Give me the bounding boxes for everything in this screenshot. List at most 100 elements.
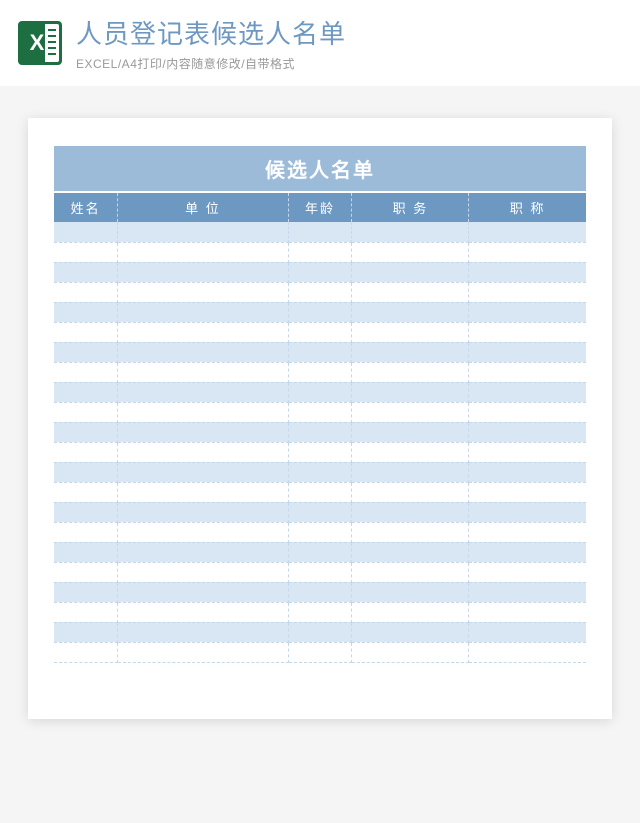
table-cell [54, 582, 118, 602]
table-cell [288, 462, 352, 482]
table-cell [288, 482, 352, 502]
table-cell [352, 382, 469, 402]
table-cell [288, 402, 352, 422]
table-cell [288, 502, 352, 522]
table-cell [288, 442, 352, 462]
table-cell [54, 222, 118, 242]
table-cell [118, 542, 288, 562]
table-row [54, 242, 586, 262]
table-cell [118, 342, 288, 362]
table-row [54, 282, 586, 302]
table-cell [469, 502, 586, 522]
table-cell [54, 242, 118, 262]
table-cell [352, 582, 469, 602]
table-cell [54, 482, 118, 502]
table-cell [118, 522, 288, 542]
table-cell [54, 362, 118, 382]
table-cell [288, 562, 352, 582]
table-row [54, 342, 586, 362]
table-cell [352, 482, 469, 502]
header-text-block: 人员登记表候选人名单 EXCEL/A4打印/内容随意修改/自带格式 [76, 14, 346, 72]
table-cell [118, 222, 288, 242]
table-row [54, 602, 586, 622]
spreadsheet-preview: 候选人名单 姓名 单 位 年龄 职 务 职 称 [28, 118, 612, 719]
table-cell [54, 402, 118, 422]
table-cell [118, 582, 288, 602]
table-cell [54, 382, 118, 402]
table-cell [118, 602, 288, 622]
table-cell [469, 242, 586, 262]
table-cell [352, 342, 469, 362]
table-title: 候选人名单 [54, 146, 586, 192]
table-cell [469, 302, 586, 322]
table-row [54, 422, 586, 442]
table-cell [118, 402, 288, 422]
table-cell [288, 582, 352, 602]
table-row [54, 382, 586, 402]
table-cell [352, 642, 469, 662]
table-cell [288, 222, 352, 242]
page-subtitle: EXCEL/A4打印/内容随意修改/自带格式 [76, 55, 346, 72]
table-cell [54, 442, 118, 462]
table-cell [352, 522, 469, 542]
table-cell [352, 322, 469, 342]
table-cell [288, 322, 352, 342]
table-cell [469, 342, 586, 362]
column-header-row: 姓名 单 位 年龄 职 务 职 称 [54, 192, 586, 222]
candidate-table: 候选人名单 姓名 单 位 年龄 职 务 职 称 [54, 146, 586, 663]
table-cell [469, 482, 586, 502]
table-cell [469, 622, 586, 642]
table-cell [352, 282, 469, 302]
table-cell [469, 322, 586, 342]
table-cell [118, 502, 288, 522]
table-cell [288, 262, 352, 282]
table-cell [352, 562, 469, 582]
table-cell [352, 502, 469, 522]
table-cell [352, 622, 469, 642]
table-cell [54, 642, 118, 662]
table-cell [288, 382, 352, 402]
table-cell [54, 502, 118, 522]
table-cell [118, 622, 288, 642]
table-cell [352, 262, 469, 282]
col-header-duty: 职 务 [352, 192, 469, 222]
table-cell [469, 362, 586, 382]
table-row [54, 502, 586, 522]
col-header-title: 职 称 [469, 192, 586, 222]
table-cell [469, 642, 586, 662]
table-cell [352, 222, 469, 242]
table-row [54, 562, 586, 582]
table-cell [54, 262, 118, 282]
table-cell [118, 322, 288, 342]
table-cell [118, 642, 288, 662]
table-cell [288, 522, 352, 542]
table-cell [54, 602, 118, 622]
table-cell [469, 462, 586, 482]
table-cell [288, 362, 352, 382]
table-cell [352, 242, 469, 262]
table-cell [54, 462, 118, 482]
table-cell [469, 422, 586, 442]
table-row [54, 482, 586, 502]
table-cell [54, 522, 118, 542]
table-cell [288, 302, 352, 322]
table-cell [118, 382, 288, 402]
table-row [54, 542, 586, 562]
table-cell [118, 482, 288, 502]
table-cell [352, 462, 469, 482]
table-cell [352, 362, 469, 382]
table-cell [118, 422, 288, 442]
table-cell [54, 542, 118, 562]
table-cell [469, 522, 586, 542]
table-cell [469, 402, 586, 422]
table-cell [118, 442, 288, 462]
col-header-age: 年龄 [288, 192, 352, 222]
table-row [54, 402, 586, 422]
page-header: X 人员登记表候选人名单 EXCEL/A4打印/内容随意修改/自带格式 [0, 0, 640, 86]
table-row [54, 642, 586, 662]
table-row [54, 522, 586, 542]
table-cell [352, 302, 469, 322]
table-row [54, 442, 586, 462]
table-cell [54, 342, 118, 362]
table-cell [118, 462, 288, 482]
